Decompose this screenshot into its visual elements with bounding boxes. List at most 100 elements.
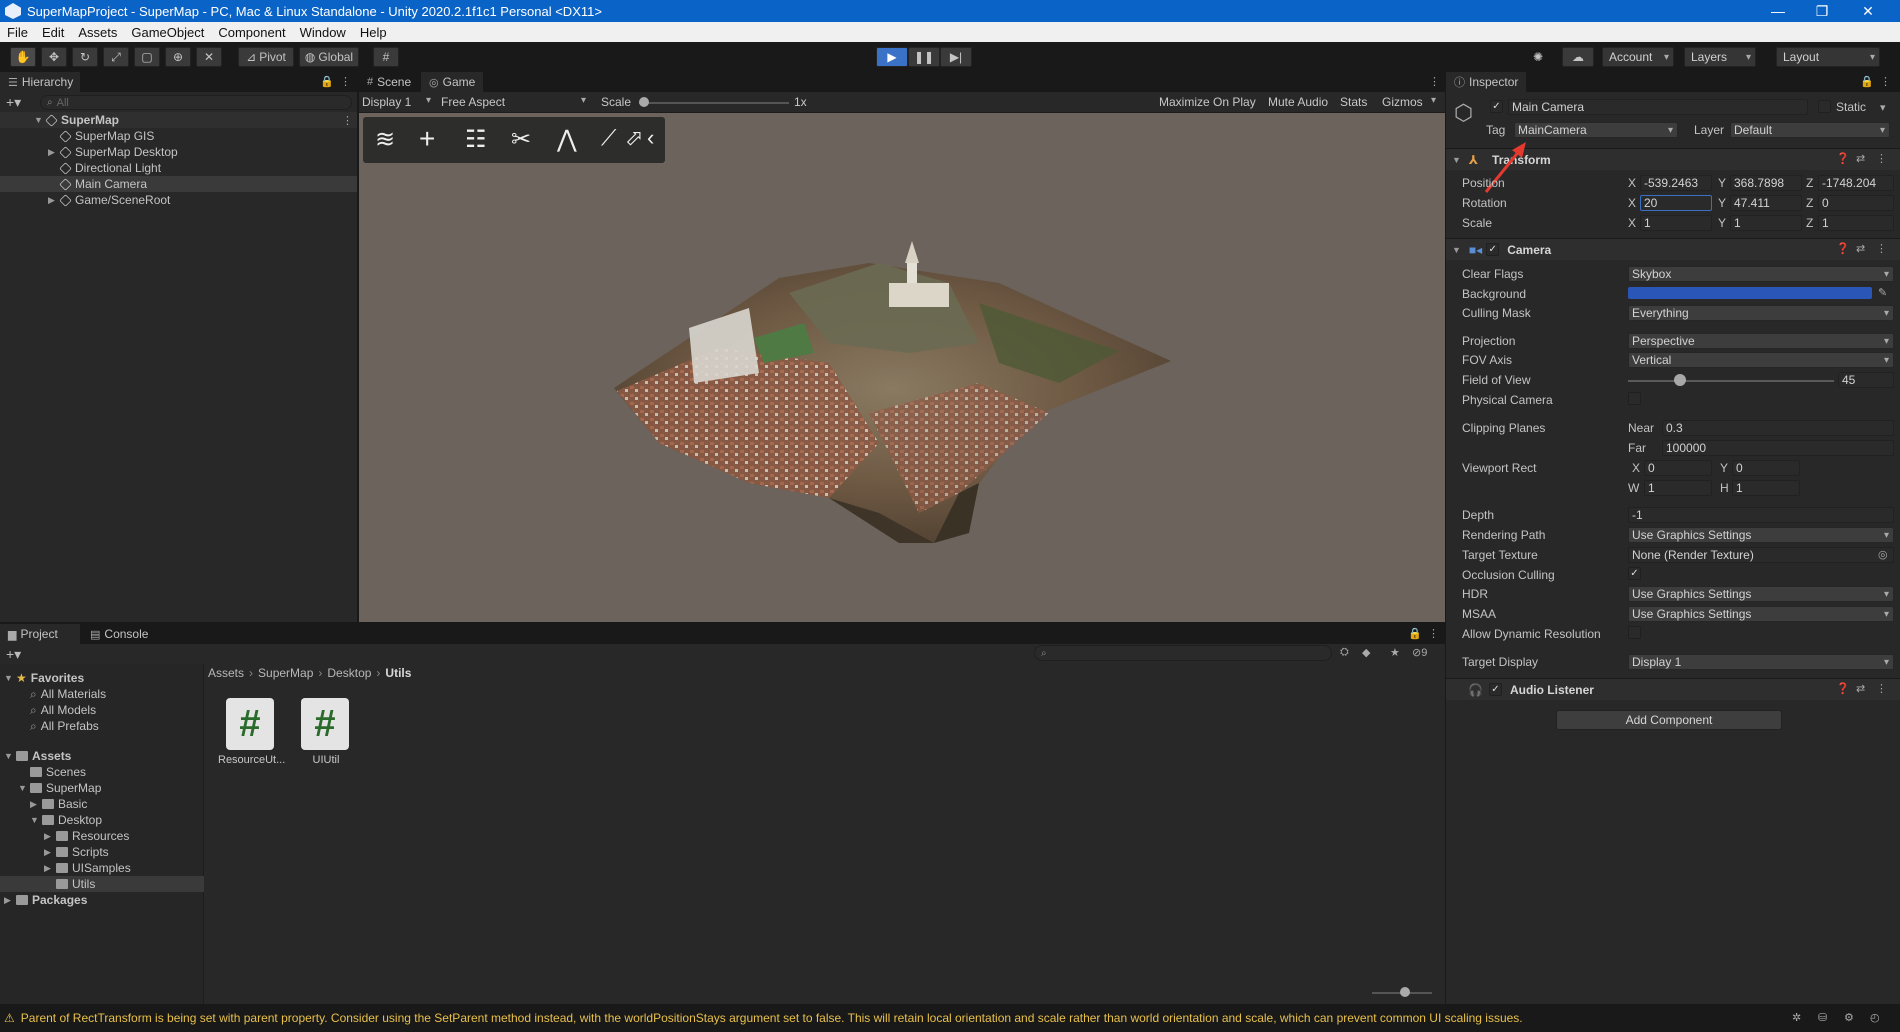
viewport-x-field[interactable]: 0 [1644,460,1712,476]
step-button[interactable]: ▶| [940,47,972,67]
fov-field[interactable]: 45 [1838,372,1894,388]
folder-item[interactable]: ▶ Resources [0,828,129,844]
tab-game[interactable]: ◎ Game [421,72,483,92]
breadcrumb-item[interactable]: Desktop [327,666,371,680]
layer-dropdown[interactable]: Default [1730,122,1890,138]
background-color-swatch[interactable] [1628,287,1872,299]
msaa-dropdown[interactable]: Use Graphics Settings [1628,606,1894,622]
fold-arrow-icon[interactable]: ▼ [1452,155,1461,165]
hierarchy-item-directional-light[interactable]: Directional Light [0,160,357,176]
kebab-menu-icon[interactable]: ⋮ [340,75,351,88]
pivot-toggle[interactable]: ⊿ Pivot [238,47,294,67]
hierarchy-item-supermap[interactable]: ▼ SuperMap [0,112,357,128]
item-menu-icon[interactable]: ⋮ [342,114,353,127]
collapse-arrow-icon[interactable]: ▶ [48,195,60,206]
occlusion-culling-checkbox[interactable]: ✓ [1628,567,1641,580]
menu-edit[interactable]: Edit [35,25,71,40]
favorite-star-icon[interactable]: ★ [1390,646,1400,659]
object-name-field[interactable]: Main Camera [1508,99,1808,115]
help-icon[interactable]: ❓ [1836,242,1850,255]
hierarchy-item-supermap-gis[interactable]: SuperMap GIS [0,128,357,144]
collab-icon[interactable]: ✺ [1523,47,1553,67]
kebab-menu-icon[interactable]: ⋮ [1876,152,1887,165]
rotation-x-field[interactable]: 20 [1640,195,1712,211]
position-z-field[interactable]: -1748.204 [1818,175,1894,191]
maximize-on-play-toggle[interactable]: Maximize On Play [1159,95,1256,109]
kebab-menu-icon[interactable]: ⋮ [1876,242,1887,255]
add-icon[interactable]: + [419,123,435,155]
icon-size-slider-handle[interactable] [1400,987,1410,997]
lock-icon[interactable]: 🔒 [1408,627,1422,640]
rendering-path-dropdown[interactable]: Use Graphics Settings [1628,527,1894,543]
scale-tool-icon[interactable]: ⤢ [103,47,129,67]
camera-enabled-checkbox[interactable]: ✓ [1486,243,1500,256]
lock-icon[interactable]: 🔒 [1860,75,1874,88]
projection-dropdown[interactable]: Perspective [1628,333,1894,349]
layout-dropdown[interactable]: Layout [1776,47,1880,67]
maximize-button[interactable]: ❐ [1800,0,1844,22]
scale-z-field[interactable]: 1 [1818,215,1894,231]
camera-header[interactable]: ▼ ■◂ ✓ Camera [1446,238,1900,260]
layers-dropdown[interactable]: Layers [1684,47,1756,67]
physical-camera-checkbox[interactable] [1628,392,1641,405]
scale-x-field[interactable]: 1 [1640,215,1712,231]
terrain-icon[interactable]: ⋀ [557,125,577,154]
viewport-h-field[interactable]: 1 [1732,480,1800,496]
static-checkbox[interactable] [1818,100,1831,113]
add-component-button[interactable]: Add Component [1556,710,1782,730]
menu-component[interactable]: Component [211,25,292,40]
target-texture-field[interactable]: None (Render Texture) [1628,547,1894,563]
move-tool-icon[interactable]: ✥ [41,47,67,67]
assets-section[interactable]: ▼ Assets [0,748,71,764]
tag-dropdown[interactable]: MainCamera [1514,122,1678,138]
folder-item[interactable]: ▶ UISamples [0,860,131,876]
tab-inspector[interactable]: ⓘ Inspector [1446,72,1526,92]
global-toggle[interactable]: ◍ Global [299,47,359,67]
fov-axis-dropdown[interactable]: Vertical [1628,352,1894,368]
fold-arrow-icon[interactable]: ▼ [1452,245,1461,255]
position-y-field[interactable]: 368.7898 [1730,175,1802,191]
select-cursor-icon[interactable]: ⬀ [625,125,643,151]
measure-icon[interactable]: ⟋ [601,125,616,151]
folder-item[interactable]: Scenes [0,764,86,780]
audio-listener-checkbox[interactable]: ✓ [1488,683,1502,696]
collapse-arrow-icon[interactable]: ▶ [48,147,60,158]
close-button[interactable]: ✕ [1846,0,1890,22]
tab-project[interactable]: ▆ Project [0,624,80,644]
filter-type-icon[interactable]: ⛭ [1340,646,1349,659]
transform-tool-icon[interactable]: ⊕ [165,47,191,67]
menu-window[interactable]: Window [293,25,353,40]
kebab-menu-icon[interactable]: ⋮ [1880,75,1891,88]
file-item[interactable]: # UIUtil [293,698,359,772]
viewport-y-field[interactable]: 0 [1732,460,1800,476]
collapse-chevron-icon[interactable]: ‹ [647,125,654,151]
object-picker-icon[interactable]: ◎ [1878,548,1888,561]
lock-icon[interactable]: 🔒 [320,75,334,88]
hidden-packages-toggle[interactable]: ⊘9 [1412,646,1427,659]
expand-arrow-icon[interactable]: ▼ [34,115,46,125]
list-view-icon[interactable]: ☷ [465,125,487,154]
aspect-dropdown[interactable]: Free Aspect ▾ [441,95,591,109]
fov-slider-handle[interactable] [1673,374,1686,386]
tab-console[interactable]: ▤ Console [82,624,162,644]
scale-slider-track[interactable] [639,102,789,104]
packages-section[interactable]: ▶ Packages [0,892,87,908]
culling-mask-dropdown[interactable]: Everything [1628,305,1894,321]
rotation-z-field[interactable]: 0 [1818,195,1894,211]
custom-tool-icon[interactable]: ✕ [196,47,222,67]
scissors-icon[interactable]: ✂ [511,125,531,154]
progress-icon[interactable]: ⚙ [1844,1011,1854,1024]
cloud-icon[interactable]: ☁ [1562,47,1594,67]
presets-icon[interactable]: ⇄ [1856,682,1865,695]
account-dropdown[interactable]: Account [1602,47,1674,67]
folder-item[interactable]: ▼ Desktop [0,812,102,828]
status-message[interactable]: Parent of RectTransform is being set wit… [21,1011,1781,1025]
far-field[interactable]: 100000 [1662,440,1894,456]
kebab-menu-icon[interactable]: ⋮ [1429,75,1440,88]
status-bar[interactable]: ⚠ Parent of RectTransform is being set w… [0,1004,1900,1032]
viewport-w-field[interactable]: 1 [1644,480,1712,496]
gizmos-dropdown[interactable]: Gizmos [1382,95,1423,109]
hierarchy-item-game-sceneroot[interactable]: ▶ Game/SceneRoot [0,192,357,208]
rotation-y-field[interactable]: 47.411 [1730,195,1802,211]
presets-icon[interactable]: ⇄ [1856,152,1865,165]
